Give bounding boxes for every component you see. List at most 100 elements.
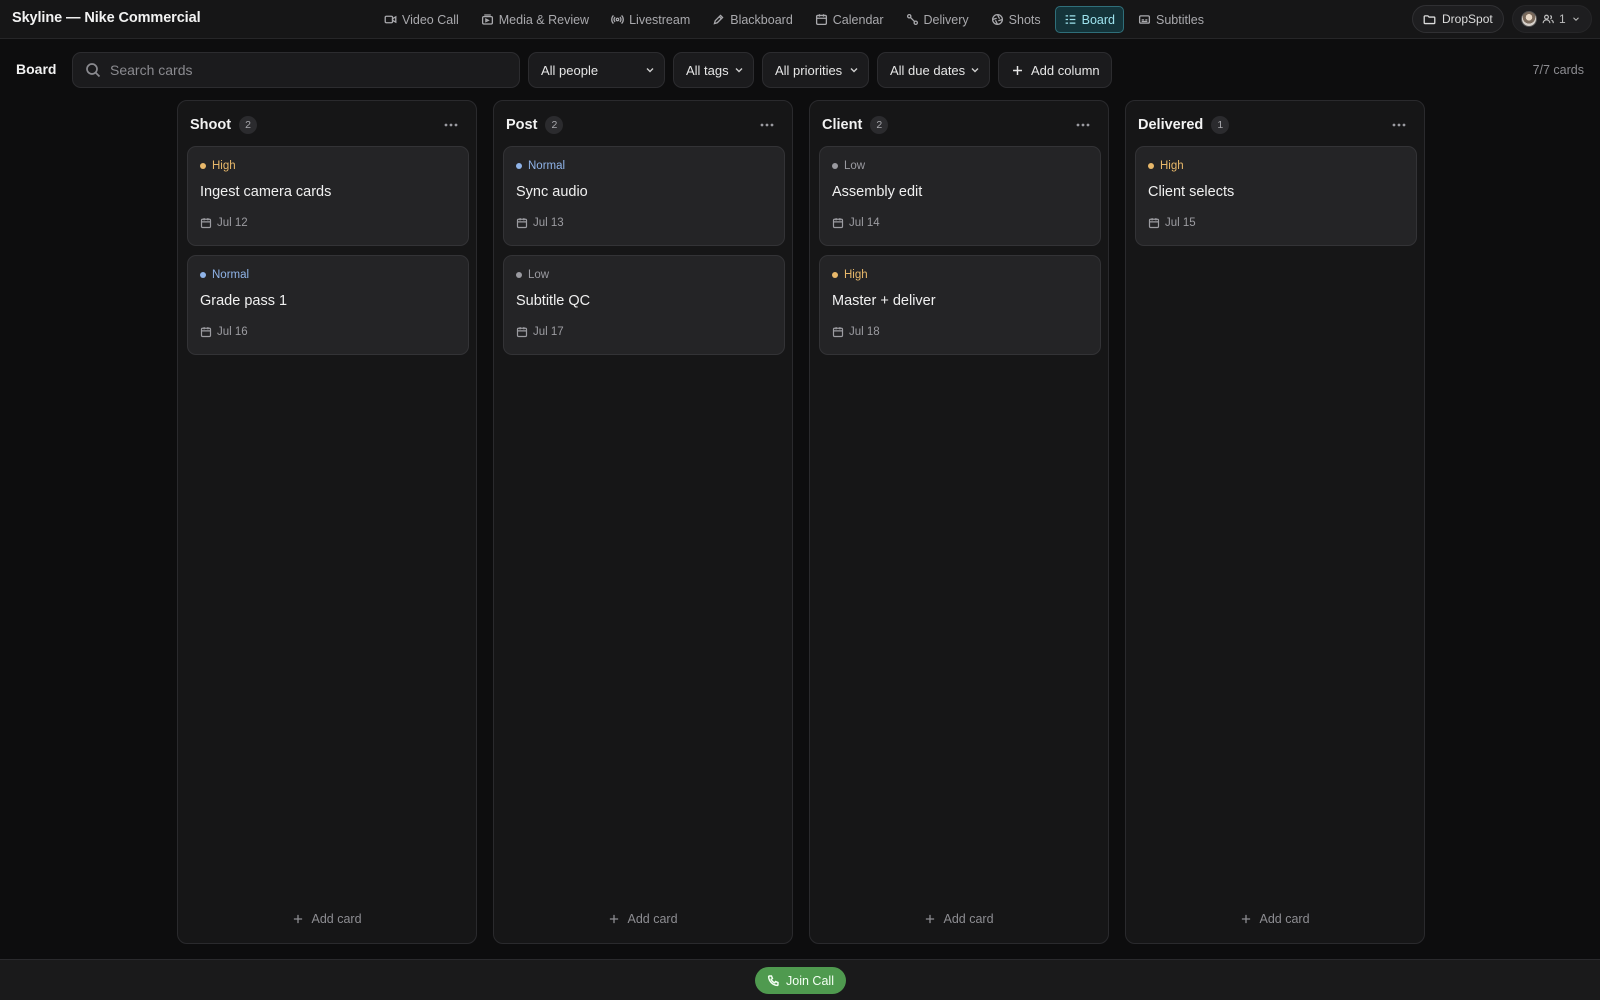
priority-text: High: [212, 160, 236, 172]
board-icon: [1064, 13, 1077, 26]
presence-menu[interactable]: 1: [1512, 5, 1592, 33]
nav-label: Board: [1081, 12, 1115, 27]
due-date-text: Jul 17: [533, 326, 564, 338]
phone-icon: [767, 974, 780, 987]
nav-label: Subtitles: [1156, 12, 1204, 27]
nav-video-call[interactable]: Video Call: [376, 6, 467, 33]
more-options-icon[interactable]: [1072, 116, 1094, 134]
calendar-icon: [200, 326, 212, 338]
add-card-button[interactable]: Add card: [810, 909, 1108, 929]
nav-livestream[interactable]: Livestream: [603, 6, 698, 33]
card[interactable]: High Ingest camera cards Jul 12: [187, 146, 469, 246]
join-call-button[interactable]: Join Call: [755, 967, 846, 994]
nav-board[interactable]: Board: [1054, 6, 1124, 33]
people-filter-value: All people: [541, 62, 599, 78]
add-card-button[interactable]: Add card: [494, 909, 792, 929]
calendar-icon: [1148, 217, 1160, 229]
avatar: [1521, 11, 1537, 27]
due-date-text: Jul 12: [217, 217, 248, 229]
add-card-button[interactable]: Add card: [178, 909, 476, 929]
priority-dot: [516, 163, 522, 169]
bottom-bar: Join Call: [0, 959, 1600, 1000]
priority-label: Low: [832, 160, 865, 172]
plus-icon: [1240, 913, 1252, 925]
page-title: Board: [16, 61, 57, 77]
add-card-label: Add card: [1259, 912, 1310, 926]
subtitles-icon: [1138, 13, 1151, 26]
priority-label: High: [832, 269, 868, 281]
due-date: Jul 16: [200, 326, 248, 338]
card-title: Ingest camera cards: [200, 184, 332, 200]
due-date-text: Jul 15: [1165, 217, 1196, 229]
due-date: Jul 13: [516, 217, 564, 229]
priority-text: Low: [844, 160, 866, 172]
calendar-icon: [815, 13, 828, 26]
priority-text: Normal: [528, 160, 566, 172]
search-icon: [85, 62, 101, 78]
route-icon: [906, 13, 919, 26]
due-date-text: Jul 16: [217, 326, 248, 338]
more-options-icon[interactable]: [1388, 116, 1410, 134]
card[interactable]: Low Subtitle QC Jul 17: [503, 255, 785, 355]
due-date: Jul 15: [1148, 217, 1196, 229]
add-card-button[interactable]: Add card: [1126, 909, 1424, 929]
calendar-icon: [516, 326, 528, 338]
add-column-button[interactable]: Add column: [998, 52, 1112, 88]
card[interactable]: Normal Grade pass 1 Jul 16: [187, 255, 469, 355]
priorities-filter-value: All priorities: [775, 62, 843, 78]
priorities-filter[interactable]: All priorities: [762, 52, 869, 88]
due-date-text: Jul 18: [849, 326, 880, 338]
priority-label: Normal: [516, 160, 565, 172]
priority-text: High: [844, 269, 868, 281]
column-header: Post 2: [506, 115, 780, 135]
top-bar: Skyline — Nike Commercial Video Call Med…: [0, 0, 1600, 39]
nav-label: Delivery: [923, 12, 969, 27]
add-card-label: Add card: [943, 912, 994, 926]
nav-media-review[interactable]: Media & Review: [473, 6, 597, 33]
card-title: Subtitle QC: [516, 293, 591, 309]
more-options-icon[interactable]: [756, 116, 778, 134]
card[interactable]: High Client selects Jul 15: [1135, 146, 1417, 246]
nav-label: Livestream: [629, 12, 691, 27]
column-count-badge: 2: [870, 116, 889, 134]
column-title: Post: [506, 117, 538, 133]
nav-subtitles[interactable]: Subtitles: [1130, 6, 1212, 33]
plus-icon: [292, 913, 304, 925]
chevron-down-icon: [644, 64, 656, 76]
priority-dot: [1148, 163, 1154, 169]
add-card-label: Add card: [311, 912, 362, 926]
card[interactable]: High Master + deliver Jul 18: [819, 255, 1101, 355]
column-title: Shoot: [190, 117, 232, 133]
priority-dot: [832, 163, 838, 169]
calendar-icon: [200, 217, 212, 229]
due-date-text: Jul 14: [849, 217, 880, 229]
due-date-text: Jul 13: [533, 217, 564, 229]
column-title: Client: [822, 117, 863, 133]
main-nav: Video Call Media & Review Livestream Bla…: [376, 6, 1212, 33]
priority-dot: [516, 272, 522, 278]
people-filter[interactable]: All people: [528, 52, 665, 88]
search-box: [72, 52, 520, 88]
column-count-badge: 1: [1211, 116, 1230, 134]
priority-label: High: [1148, 160, 1184, 172]
due-dates-filter[interactable]: All due dates: [877, 52, 990, 88]
priority-dot: [832, 272, 838, 278]
card[interactable]: Low Assembly edit Jul 14: [819, 146, 1101, 246]
dropspot-button[interactable]: DropSpot: [1412, 5, 1504, 33]
nav-delivery[interactable]: Delivery: [898, 6, 977, 33]
folder-icon: [1423, 13, 1436, 26]
nav-calendar[interactable]: Calendar: [807, 6, 892, 33]
due-date: Jul 17: [516, 326, 564, 338]
column-shoot: Shoot 2 High Ingest camera cards Jul 12 …: [177, 100, 477, 944]
due-date: Jul 18: [832, 326, 880, 338]
priority-text: High: [1160, 160, 1184, 172]
more-options-icon[interactable]: [440, 116, 462, 134]
tags-filter[interactable]: All tags: [673, 52, 754, 88]
card[interactable]: Normal Sync audio Jul 13: [503, 146, 785, 246]
priority-text: Normal: [212, 269, 250, 281]
nav-blackboard[interactable]: Blackboard: [704, 6, 801, 33]
add-card-label: Add card: [627, 912, 678, 926]
nav-shots[interactable]: Shots: [983, 6, 1049, 33]
users-icon: [1542, 13, 1554, 25]
search-input[interactable]: [110, 62, 490, 78]
